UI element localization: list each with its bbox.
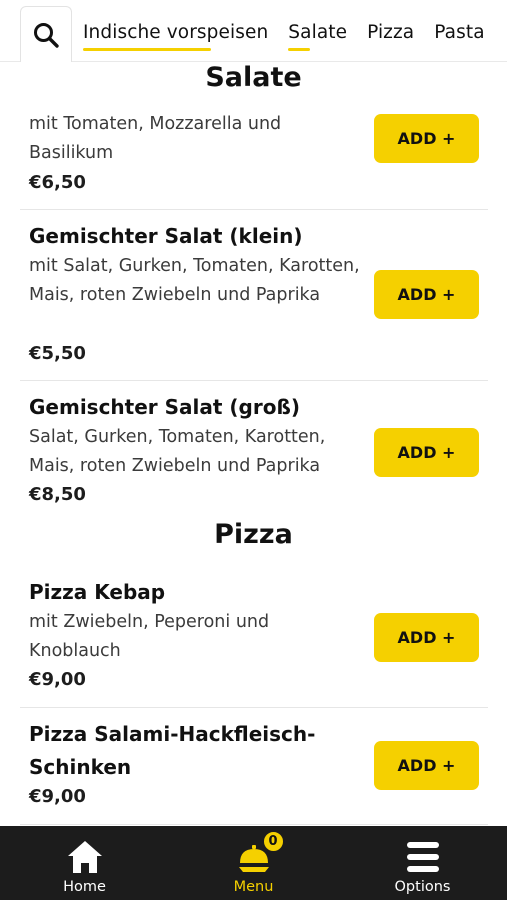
menu-item: Gemischter Salat (klein) mit Salat, Gurk… (20, 210, 488, 381)
app-screen: Indische vorspeisen Salate Pizza Pasta S… (0, 0, 507, 900)
menu-item: Pizza Salami-Hackfleisch-Schinken €9,00 … (20, 708, 488, 825)
tab-label: Salate (288, 22, 348, 43)
category-tab-bar: Indische vorspeisen Salate Pizza Pasta (0, 0, 507, 62)
add-to-cart-button[interactable]: ADD + (374, 270, 479, 319)
item-name: Gemischter Salat (klein) (29, 224, 303, 248)
hamburger-menu-icon (406, 842, 439, 872)
add-to-cart-button[interactable]: ADD + (374, 613, 479, 662)
nav-options[interactable]: Options (338, 826, 507, 900)
add-to-cart-button[interactable]: ADD + (374, 114, 479, 163)
home-icon (67, 841, 102, 873)
search-icon (34, 22, 59, 48)
nav-label: Home (63, 879, 106, 895)
tab-label: Indische vorspeisen (83, 22, 269, 43)
item-name: Gemischter Salat (groß) (29, 395, 300, 419)
home-icon-wrap (66, 835, 104, 875)
tab-pizza[interactable]: Pizza (367, 22, 414, 51)
nav-home[interactable]: Home (0, 826, 169, 900)
search-button[interactable] (20, 6, 72, 62)
item-name: Pizza Salami-Hackfleisch-Schinken (29, 722, 316, 779)
nav-label: Options (394, 879, 451, 895)
hamburger-menu-icon-wrap (405, 835, 441, 875)
menu-item: Gemischter Salat (groß) Salat, Gurken, T… (20, 381, 488, 521)
item-price: €9,00 (29, 786, 86, 807)
tab-label: Pasta (434, 22, 485, 43)
item-name: Pizza Kebap (29, 580, 166, 604)
item-price: €8,50 (29, 484, 86, 505)
item-description: mit Zwiebeln, Peperoni und Knoblauch (29, 612, 270, 661)
add-to-cart-button[interactable]: ADD + (374, 741, 479, 790)
nav-menu[interactable]: 0 Menu (169, 826, 338, 900)
category-tabs: Indische vorspeisen Salate Pizza Pasta (83, 22, 505, 51)
menu-item: mit Tomaten, Mozzarella und Basilikum €6… (20, 102, 488, 210)
tab-pasta[interactable]: Pasta (434, 22, 484, 51)
add-to-cart-button[interactable]: ADD + (374, 428, 479, 477)
menu-item: Pizza Kebap mit Zwiebeln, Peperoni und K… (20, 569, 488, 708)
active-tab-underline (288, 48, 311, 51)
section-title: Salate (205, 62, 302, 93)
tab-salate[interactable]: Salate (288, 22, 347, 51)
item-price: €6,50 (29, 172, 86, 193)
nav-label: Menu (233, 879, 274, 895)
tab-scroll-indicator (83, 48, 211, 51)
item-price: €9,00 (29, 669, 86, 690)
cart-count-badge: 0 (261, 830, 285, 853)
item-price: €5,50 (29, 343, 86, 364)
tab-label: Pizza (367, 22, 415, 43)
serving-bell-icon-wrap: 0 (237, 830, 285, 875)
section-title: Pizza (214, 519, 293, 550)
item-description: mit Salat, Gurken, Tomaten, Karotten, Ma… (29, 256, 360, 305)
item-description: mit Tomaten, Mozzarella und Basilikum (29, 114, 282, 163)
tab-indische-vorspeisen[interactable]: Indische vorspeisen (83, 22, 268, 51)
bottom-navigation: Home 0 Menu Options (0, 826, 507, 900)
item-description: Salat, Gurken, Tomaten, Karotten, Mais, … (29, 427, 326, 476)
